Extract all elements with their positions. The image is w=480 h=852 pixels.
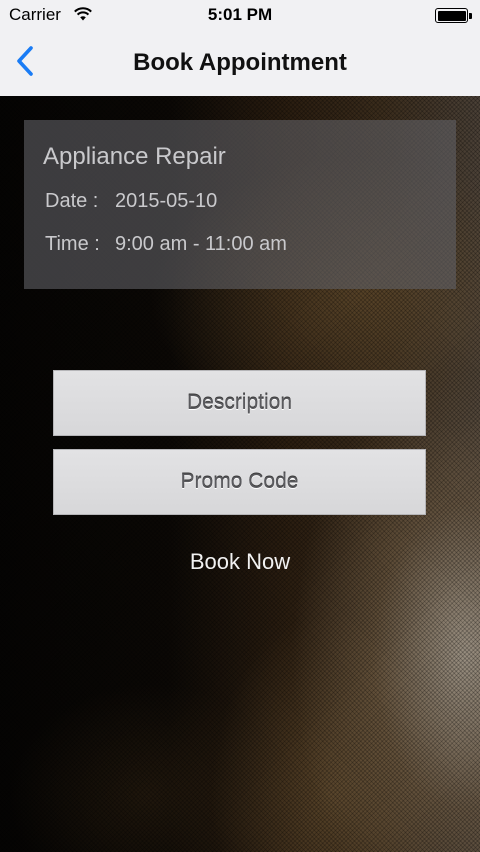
date-row: Date : 2015-05-10	[45, 190, 217, 213]
status-bar: Carrier 5:01 PM	[0, 0, 480, 30]
page-title: Book Appointment	[133, 49, 347, 76]
date-label: Date :	[45, 190, 99, 212]
promo-code-button[interactable]: Promo Code	[53, 449, 426, 515]
time-row: Time : 9:00 am - 11:00 am	[45, 233, 287, 256]
appointment-summary-card: Appliance Repair Date : 2015-05-10 Time :…	[24, 120, 456, 289]
date-value: 2015-05-10	[115, 190, 218, 212]
description-button[interactable]: Description	[53, 370, 426, 436]
time-value: 9:00 am - 11:00 am	[115, 233, 287, 255]
book-now-button[interactable]: Book Now	[0, 549, 480, 575]
battery-icon	[435, 8, 472, 23]
clock: 5:01 PM	[207, 5, 273, 24]
service-name: Appliance Repair	[43, 143, 226, 170]
navigation-bar: Book Appointment	[0, 30, 480, 96]
time-label: Time :	[45, 233, 100, 255]
